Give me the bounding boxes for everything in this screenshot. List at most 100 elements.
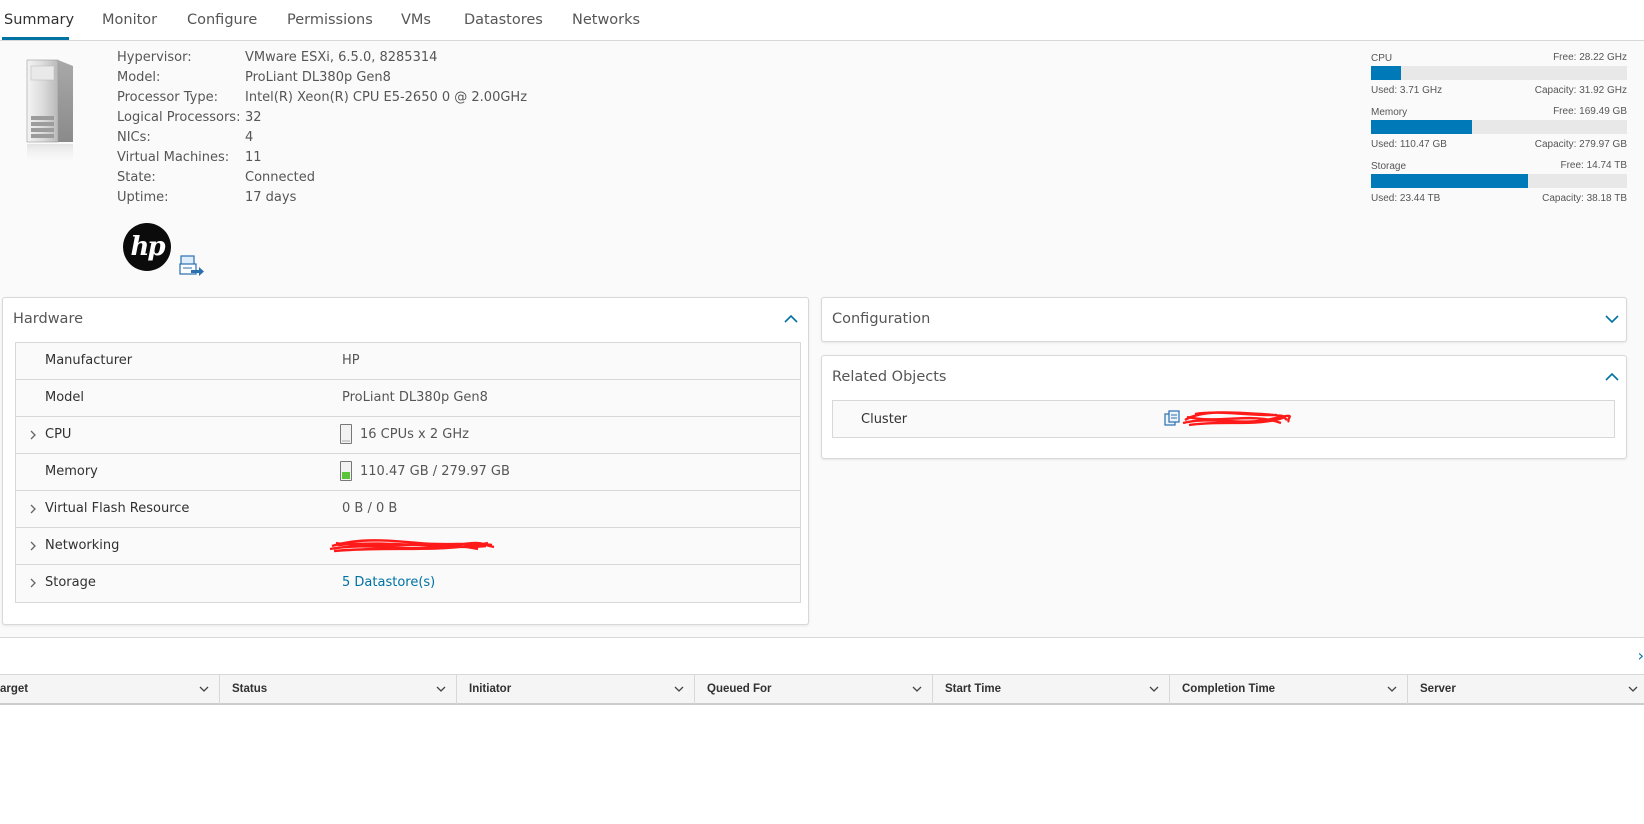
hw-row-value: 16 CPUs x 2 GHz — [360, 427, 469, 442]
tab-configure[interactable]: Configure — [187, 12, 257, 28]
meter-capacity: Capacity: 38.18 TB — [1542, 193, 1627, 204]
collapse-chevron-up-icon[interactable] — [1605, 372, 1619, 382]
hw-row-label: Storage — [45, 575, 96, 590]
hw-row-storage[interactable]: Storage 5 Datastore(s) — [16, 565, 800, 602]
meter-name: Storage — [1371, 161, 1407, 172]
cpu-meter: CPU Free: 28.22 GHz Used: 3.71 GHz Capac… — [1370, 52, 1627, 101]
related-objects-table: Cluster — [832, 400, 1615, 438]
info-value: 17 days — [245, 190, 297, 205]
column-header-start-time[interactable]: Start Time — [933, 675, 1170, 704]
info-value: 32 — [245, 110, 262, 125]
expand-chevron-down-icon[interactable] — [1605, 314, 1619, 324]
meter-capacity: Capacity: 279.97 GB — [1534, 139, 1627, 150]
related-objects-title: Related Objects — [832, 369, 947, 385]
meter-capacity: Capacity: 31.92 GHz — [1534, 85, 1627, 96]
tab-permissions[interactable]: Permissions — [287, 12, 373, 28]
cpu-usage-icon — [340, 424, 352, 444]
hw-row-value: 110.47 GB / 279.97 GB — [360, 464, 510, 479]
redaction-scribble — [329, 539, 495, 553]
info-value: Connected — [245, 170, 316, 185]
info-label: Uptime: — [117, 190, 169, 205]
info-label: Processor Type: — [117, 90, 218, 105]
meter-fill — [1371, 66, 1401, 80]
info-label: Virtual Machines: — [117, 150, 230, 165]
meter-track — [1371, 174, 1627, 188]
hw-row-label: Networking — [45, 538, 120, 553]
tab-monitor[interactable]: Monitor — [102, 12, 157, 28]
column-header-server[interactable]: Server — [1408, 675, 1644, 704]
tasks-grid-body — [0, 705, 1644, 824]
column-label: Initiator — [469, 683, 512, 695]
meter-fill — [1371, 120, 1473, 134]
column-label: Queued For — [707, 683, 772, 695]
info-value: 4 — [245, 130, 254, 145]
chevron-down-icon[interactable] — [1149, 686, 1159, 693]
hp-logo: hp — [123, 223, 171, 271]
chevron-down-icon[interactable] — [1387, 686, 1397, 693]
hw-row-memory: Memory 110.47 GB / 279.97 GB — [16, 454, 800, 491]
hw-row-label: Manufacturer — [45, 353, 133, 368]
column-label: Completion Time — [1182, 683, 1276, 695]
hw-row-value: HP — [342, 353, 360, 368]
hardware-title: Hardware — [13, 311, 84, 327]
tab-datastores[interactable]: Datastores — [464, 12, 543, 28]
active-tab-indicator — [2, 37, 69, 40]
chevron-right-icon[interactable] — [29, 540, 37, 552]
datastores-link[interactable]: 5 Datastore(s) — [342, 575, 435, 590]
column-label: arget — [0, 683, 29, 695]
info-label: Model: — [117, 70, 161, 85]
meter-track — [1371, 66, 1627, 80]
meter-used: Used: 110.47 GB — [1371, 139, 1447, 150]
cluster-icon — [1164, 410, 1180, 426]
chevron-down-icon[interactable] — [1628, 686, 1638, 693]
summary-content: Hypervisor: VMware ESXi, 6.5.0, 8285314 … — [0, 41, 1644, 637]
tasks-toggle-chevron-icon[interactable]: › — [1638, 646, 1644, 665]
export-icon[interactable] — [179, 255, 205, 277]
column-header-target[interactable]: arget — [0, 675, 220, 704]
hw-row-virtual-flash[interactable]: Virtual Flash Resource 0 B / 0 B — [16, 491, 800, 528]
info-label: NICs: — [117, 130, 151, 145]
chevron-down-icon[interactable] — [436, 686, 446, 693]
hardware-table: Manufacturer HP Model ProLiant DL380p Ge… — [15, 342, 801, 603]
info-label: State: — [117, 170, 156, 185]
hw-row-label: Memory — [45, 464, 98, 479]
chevron-down-icon[interactable] — [199, 686, 209, 693]
hw-row-label: CPU — [45, 427, 72, 442]
chevron-right-icon[interactable] — [29, 577, 37, 589]
meter-free: Free: 169.49 GB — [1553, 106, 1627, 117]
chevron-right-icon[interactable] — [29, 503, 37, 515]
hw-row-value: 0 B / 0 B — [342, 501, 398, 516]
meter-free: Free: 14.74 TB — [1560, 160, 1627, 171]
column-header-queued-for[interactable]: Queued For — [695, 675, 933, 704]
hardware-portlet: Hardware Manufacturer HP Model ProLiant … — [2, 297, 809, 625]
related-object-label: Cluster — [861, 412, 908, 427]
info-label: Logical Processors: — [117, 110, 241, 125]
hw-row-value: ProLiant DL380p Gen8 — [342, 390, 488, 405]
info-value: ProLiant DL380p Gen8 — [245, 70, 391, 85]
info-value: 11 — [245, 150, 262, 165]
collapse-chevron-up-icon[interactable] — [784, 314, 798, 324]
hw-row-cpu[interactable]: CPU 16 CPUs x 2 GHz — [16, 417, 800, 454]
tab-networks[interactable]: Networks — [572, 12, 640, 28]
tab-summary[interactable]: Summary — [4, 12, 74, 28]
hw-row-manufacturer: Manufacturer HP — [16, 343, 800, 380]
related-objects-portlet: Related Objects Cluster — [821, 355, 1627, 459]
configuration-title: Configuration — [832, 311, 931, 327]
chevron-right-icon[interactable] — [29, 429, 37, 441]
hw-row-networking[interactable]: Networking — [16, 528, 800, 565]
chevron-down-icon[interactable] — [674, 686, 684, 693]
redaction-scribble — [1182, 411, 1291, 427]
tab-vms[interactable]: VMs — [401, 12, 431, 28]
tab-bar: Summary Monitor Configure Permissions VM… — [0, 0, 1644, 41]
info-label: Hypervisor: — [117, 50, 192, 65]
tasks-panel-toolbar: › — [0, 637, 1644, 674]
hw-row-label: Virtual Flash Resource — [45, 501, 190, 516]
column-header-initiator[interactable]: Initiator — [457, 675, 695, 704]
chevron-down-icon[interactable] — [912, 686, 922, 693]
configuration-portlet: Configuration — [821, 297, 1627, 342]
memory-meter: Memory Free: 169.49 GB Used: 110.47 GB C… — [1370, 106, 1627, 155]
hw-row-label: Model — [45, 390, 85, 405]
column-header-completion-time[interactable]: Completion Time — [1170, 675, 1408, 704]
column-label: Status — [232, 683, 268, 695]
column-header-status[interactable]: Status — [220, 675, 457, 704]
